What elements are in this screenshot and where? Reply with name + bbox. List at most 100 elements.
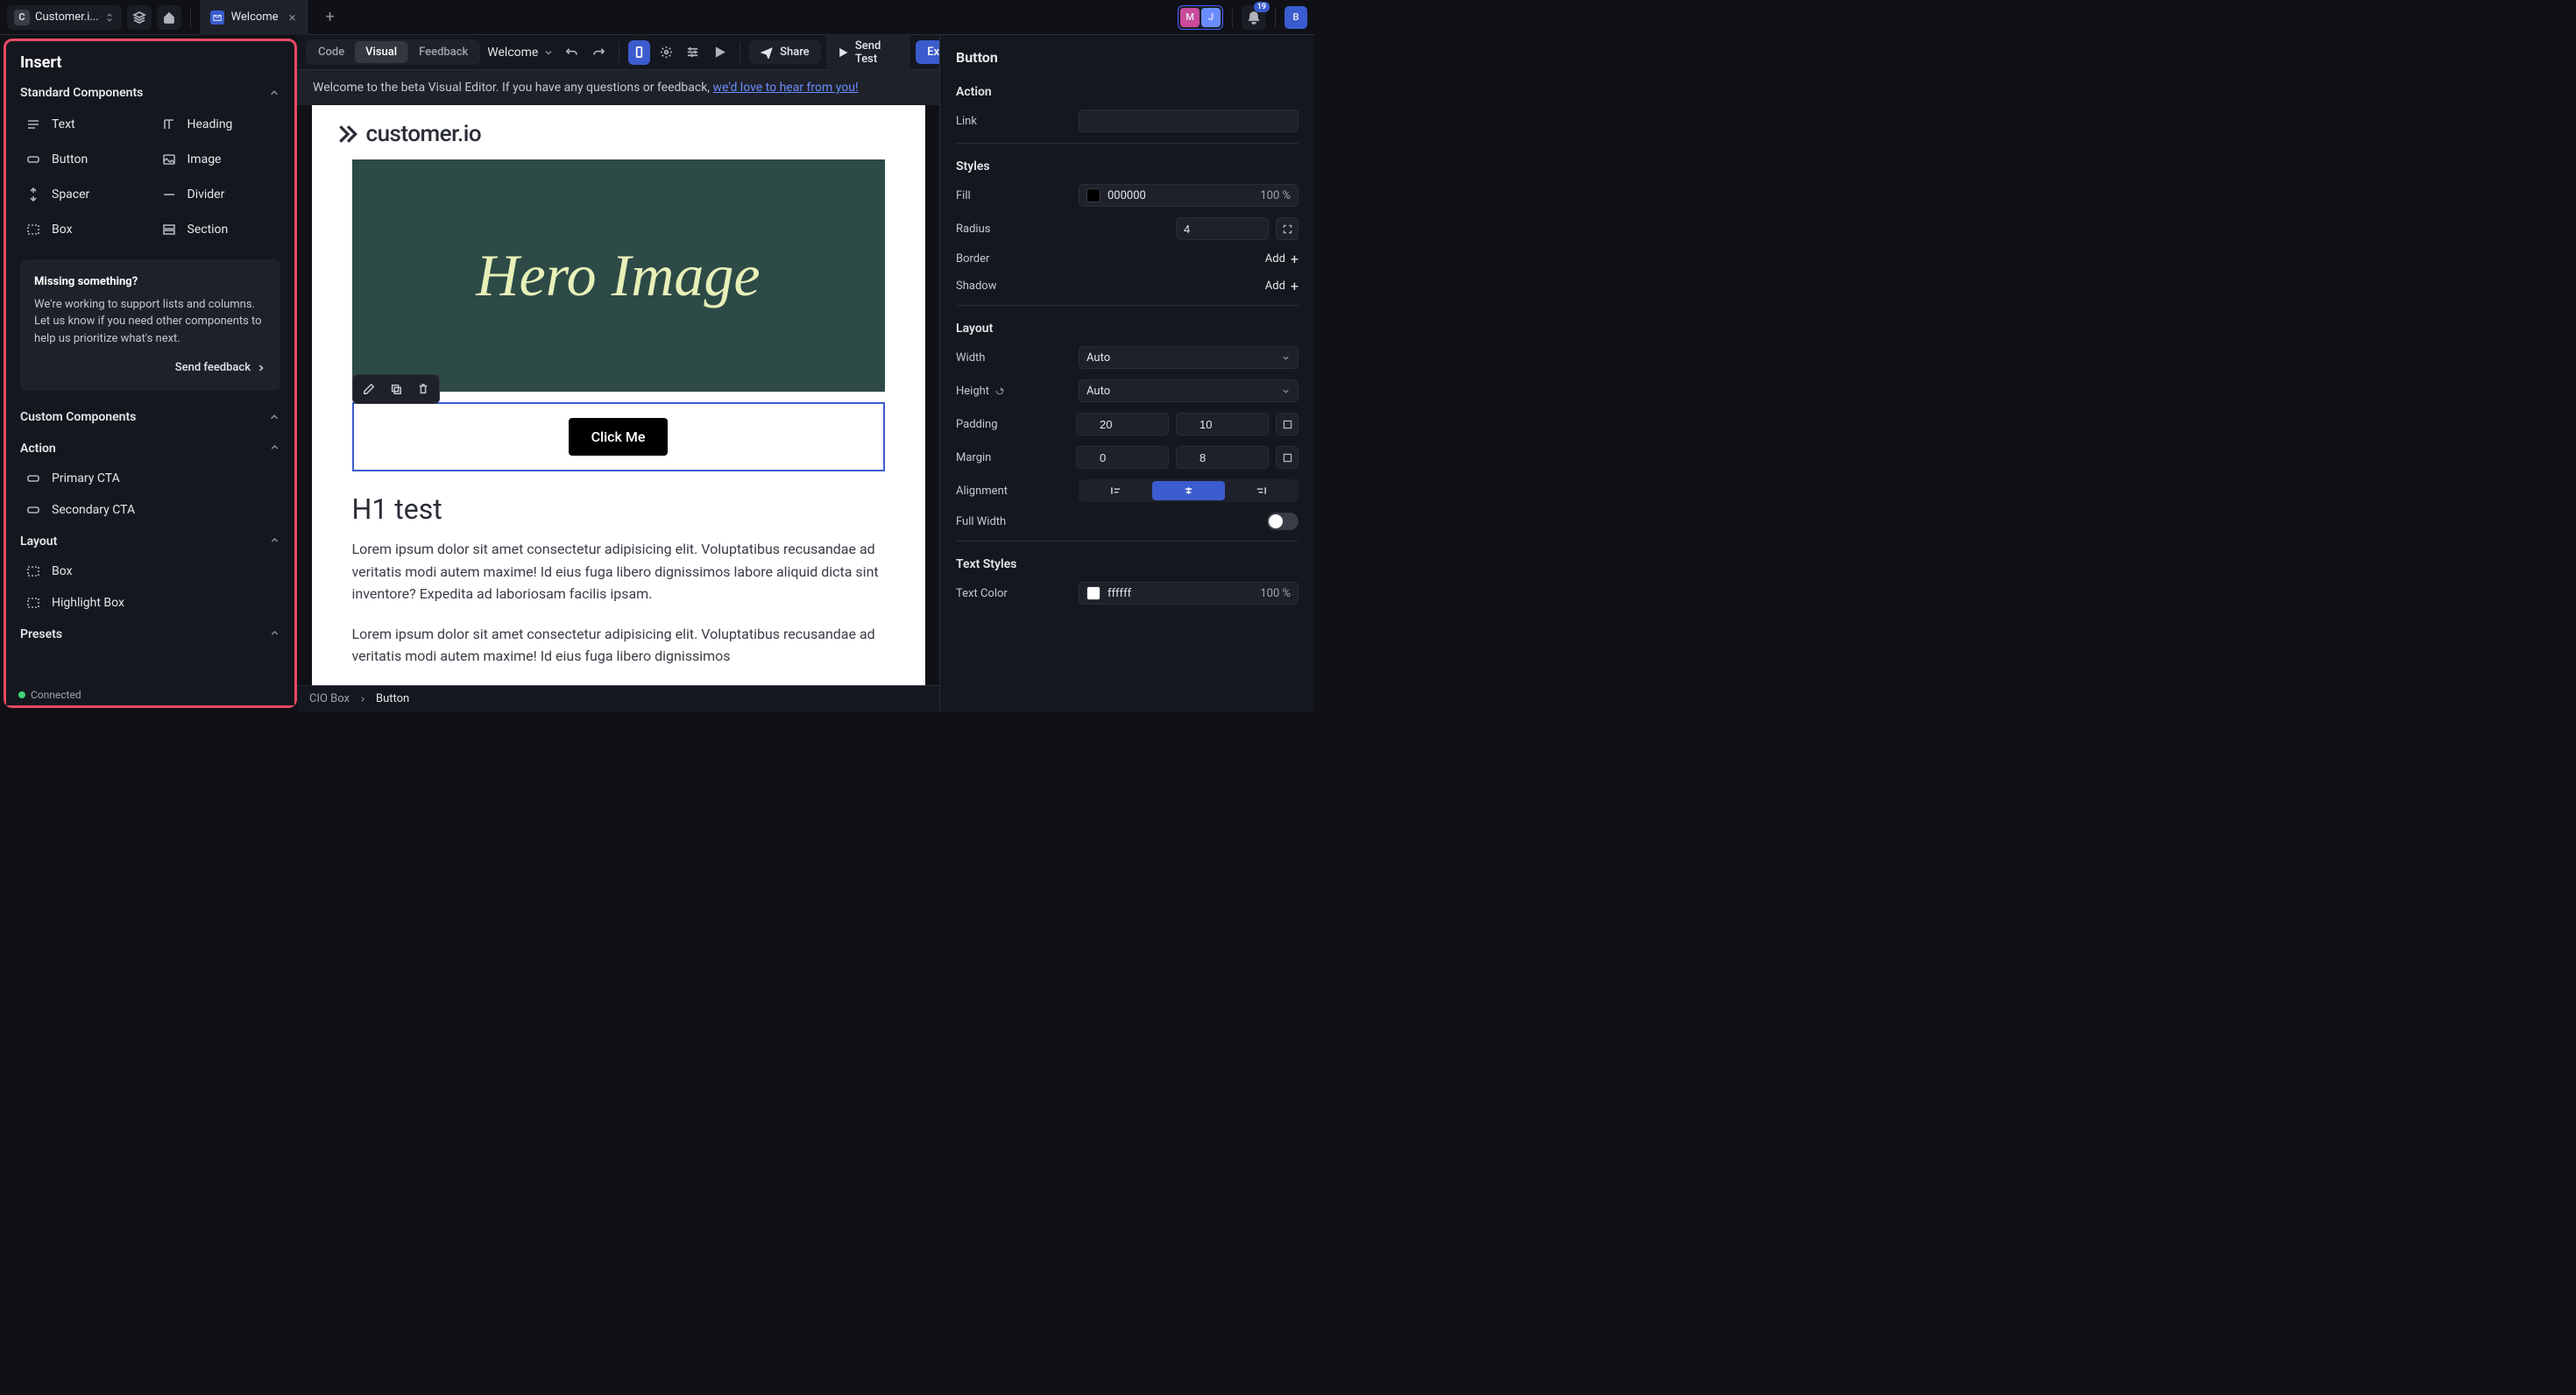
radius-input[interactable] <box>1176 217 1269 240</box>
component-divider[interactable]: Divider <box>152 179 285 210</box>
align-center-button[interactable] <box>1152 481 1224 500</box>
align-left-button[interactable] <box>1080 481 1152 500</box>
link-input[interactable] <box>1079 110 1299 132</box>
width-select[interactable]: Auto <box>1079 346 1299 369</box>
height-label: Height <box>956 385 1079 398</box>
component-heading[interactable]: Heading <box>152 109 285 140</box>
play-icon <box>713 46 726 59</box>
hero-image[interactable]: Hero Image <box>352 159 885 392</box>
breadcrumb-item[interactable]: Button <box>376 692 409 705</box>
edit-button[interactable] <box>356 378 382 400</box>
layers-button[interactable] <box>127 5 152 30</box>
component-spacer[interactable]: Spacer <box>17 179 149 210</box>
tab-welcome[interactable]: Welcome × <box>200 0 308 35</box>
group-action[interactable]: Action <box>6 433 294 463</box>
component-button[interactable]: Button <box>17 144 149 175</box>
group-presets[interactable]: Presets <box>6 619 294 648</box>
component-secondary-cta[interactable]: Secondary CTA <box>17 494 284 526</box>
avatar: M <box>1180 8 1200 27</box>
chevron-up-icon <box>269 442 280 453</box>
section-standard-components[interactable]: Standard Components <box>6 81 294 109</box>
new-tab-button[interactable]: + <box>313 8 348 26</box>
preview-button[interactable] <box>709 40 731 65</box>
share-icon <box>761 46 773 59</box>
padding-h-input[interactable] <box>1076 413 1169 435</box>
fill-label: Fill <box>956 189 1079 202</box>
chevron-up-icon <box>269 535 280 546</box>
fill-opacity[interactable]: 100 % <box>1260 189 1291 202</box>
textcolor-value[interactable]: ffffff <box>1108 587 1253 600</box>
fill-swatch[interactable] <box>1086 188 1100 202</box>
text-icon <box>26 117 40 131</box>
undo-button[interactable] <box>561 40 583 65</box>
expand-icon <box>1282 452 1293 464</box>
project-selector[interactable]: C Customer.i... <box>7 5 122 30</box>
section-custom-components[interactable]: Custom Components <box>6 405 294 433</box>
settings-button[interactable] <box>655 40 677 65</box>
device-button[interactable] <box>628 40 650 65</box>
notifications-button[interactable]: 19 <box>1242 5 1266 30</box>
height-select[interactable]: Auto <box>1079 379 1299 402</box>
divider <box>190 7 191 28</box>
component-primary-cta[interactable]: Primary CTA <box>17 463 284 494</box>
fullwidth-toggle[interactable] <box>1267 513 1299 530</box>
paragraph[interactable]: Lorem ipsum dolor sit amet consectetur a… <box>312 623 925 685</box>
send-feedback-link[interactable]: Send feedback <box>34 359 266 377</box>
chevron-right-icon <box>358 695 367 704</box>
mode-code[interactable]: Code <box>308 41 355 63</box>
paragraph[interactable]: Lorem ipsum dolor sit amet consectetur a… <box>312 538 925 623</box>
breadcrumb-item[interactable]: CIO Box <box>309 692 350 705</box>
padding-v-input[interactable] <box>1176 413 1269 435</box>
chevron-updown-icon <box>104 12 115 23</box>
spacer-icon <box>26 188 40 202</box>
margin-h-input[interactable] <box>1076 446 1169 469</box>
user-avatar[interactable]: B <box>1284 6 1307 29</box>
component-image[interactable]: Image <box>152 144 285 175</box>
add-shadow-button[interactable]: Add+ <box>1265 278 1299 294</box>
group-layout[interactable]: Layout <box>6 526 294 556</box>
sliders-button[interactable] <box>683 40 704 65</box>
section-action: Action <box>956 85 1299 99</box>
cta-button[interactable]: Click Me <box>569 418 669 456</box>
margin-expand-button[interactable] <box>1276 446 1299 469</box>
fill-value[interactable]: 000000 <box>1108 189 1253 202</box>
info-body: We're working to support lists and colum… <box>34 296 266 348</box>
box-icon <box>26 564 40 578</box>
padding-expand-button[interactable] <box>1276 413 1299 435</box>
component-box-custom[interactable]: Box <box>17 556 284 587</box>
home-button[interactable] <box>157 5 181 30</box>
textcolor-opacity[interactable]: 100 % <box>1260 587 1291 600</box>
margin-label: Margin <box>956 451 1076 464</box>
component-section[interactable]: Section <box>152 214 285 245</box>
width-label: Width <box>956 351 1079 365</box>
mode-switch: Code Visual Feedback <box>306 39 480 65</box>
divider-icon <box>162 188 176 202</box>
component-highlight-box[interactable]: Highlight Box <box>17 587 284 619</box>
document-name[interactable]: Welcome <box>487 46 554 60</box>
mode-feedback[interactable]: Feedback <box>407 41 478 63</box>
delete-button[interactable] <box>410 378 436 400</box>
textcolor-swatch[interactable] <box>1086 586 1100 600</box>
textcolor-label: Text Color <box>956 587 1079 600</box>
h1-heading[interactable]: H1 test <box>312 471 925 538</box>
align-right-button[interactable] <box>1225 481 1297 500</box>
sliders-icon <box>686 46 699 59</box>
properties-title: Button <box>956 49 1299 66</box>
mode-visual[interactable]: Visual <box>355 41 407 63</box>
radius-expand-button[interactable] <box>1276 217 1299 240</box>
reset-icon[interactable] <box>994 386 1005 396</box>
send-test-button[interactable]: Send Test <box>826 34 911 71</box>
collaborator-avatars[interactable]: M J <box>1178 5 1223 30</box>
feedback-link[interactable]: we'd love to hear from you! <box>713 81 859 95</box>
component-text[interactable]: Text <box>17 109 149 140</box>
selected-element[interactable]: Click Me <box>352 402 885 471</box>
component-box[interactable]: Box <box>17 214 149 245</box>
redo-button[interactable] <box>588 40 610 65</box>
add-border-button[interactable]: Add+ <box>1265 251 1299 267</box>
close-icon[interactable]: × <box>289 10 296 25</box>
share-button[interactable]: Share <box>749 40 821 64</box>
email-canvas[interactable]: customer.io Hero Image Click Me H1 test … <box>312 105 925 685</box>
margin-v-input[interactable] <box>1176 446 1269 469</box>
duplicate-button[interactable] <box>383 378 409 400</box>
align-right-icon <box>1254 485 1267 496</box>
